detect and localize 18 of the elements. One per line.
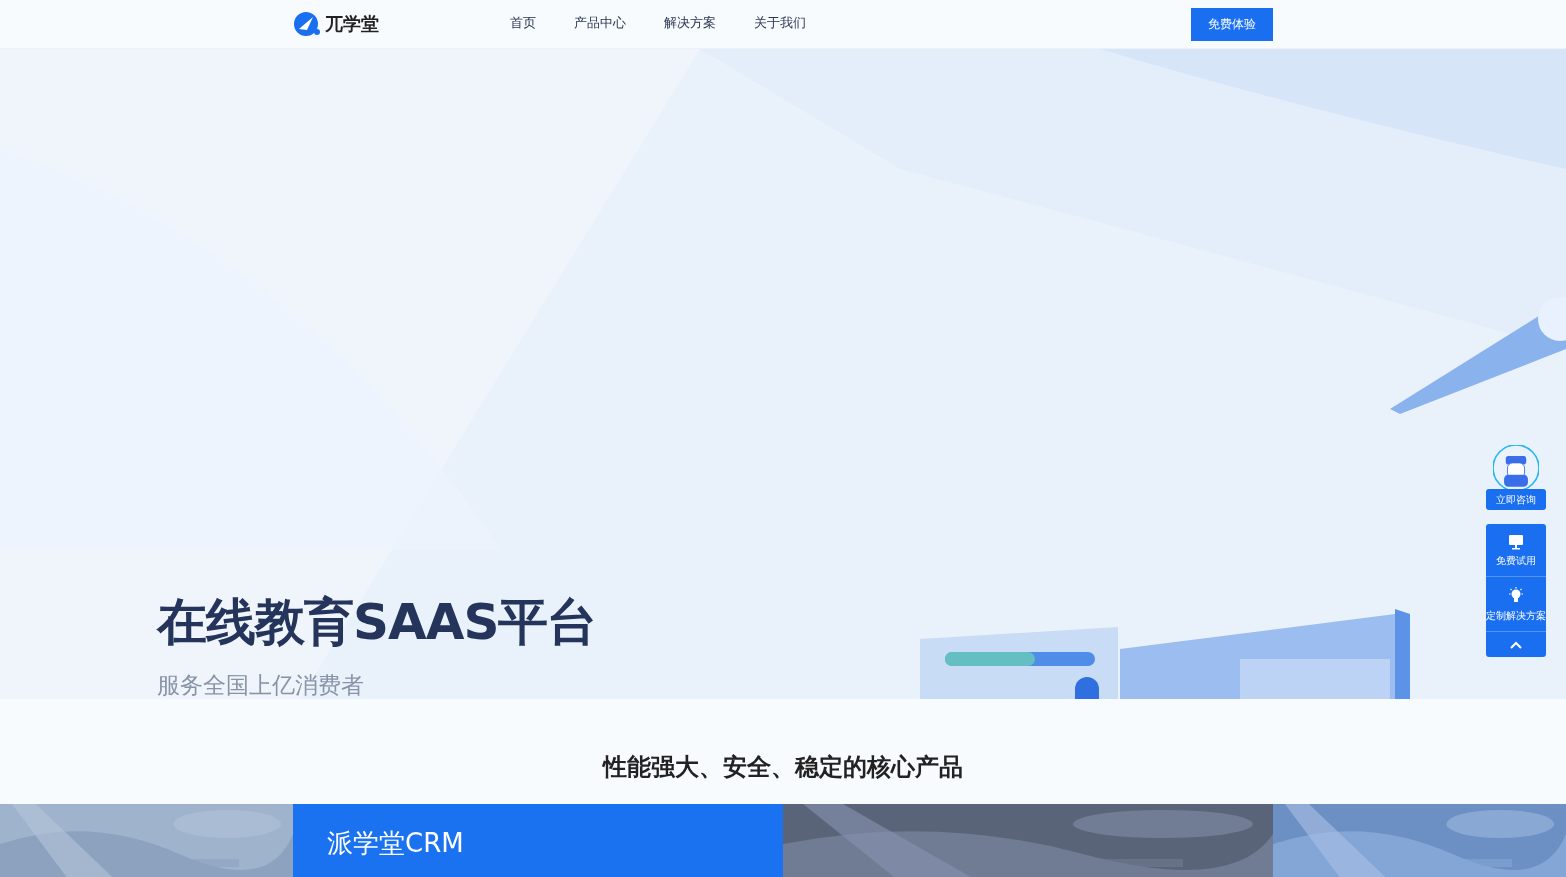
robot-avatar-icon[interactable] [1493,445,1539,491]
free-trial-button[interactable]: 免费体验 [1191,7,1273,41]
nav-link[interactable]: 关于我们 [752,10,808,38]
hero-subtitle: 服务全国上亿消费者 [157,671,365,699]
side-tool-button[interactable]: 定制解决方案 [1486,577,1546,632]
product-title: 派学堂CRM [327,827,465,860]
side-tool-button[interactable]: 免费试用 [1486,524,1546,577]
chevron-up-icon [1510,640,1522,649]
nav-link[interactable]: 产品中心 [572,10,628,38]
lightbulb-icon [1507,587,1525,605]
monitor-icon [1508,534,1524,550]
logo-text: 兀学堂 [325,12,379,36]
consult-button[interactable]: 立即咨询 [1486,489,1546,510]
hero-title: 在线教育SAAS平台 [157,592,597,653]
nav-link[interactable]: 首页 [508,10,538,38]
section-title: 性能强大、安全、稳定的核心产品 [603,751,963,783]
logo-icon [293,11,321,37]
nav-link[interactable]: 解决方案 [662,10,718,38]
